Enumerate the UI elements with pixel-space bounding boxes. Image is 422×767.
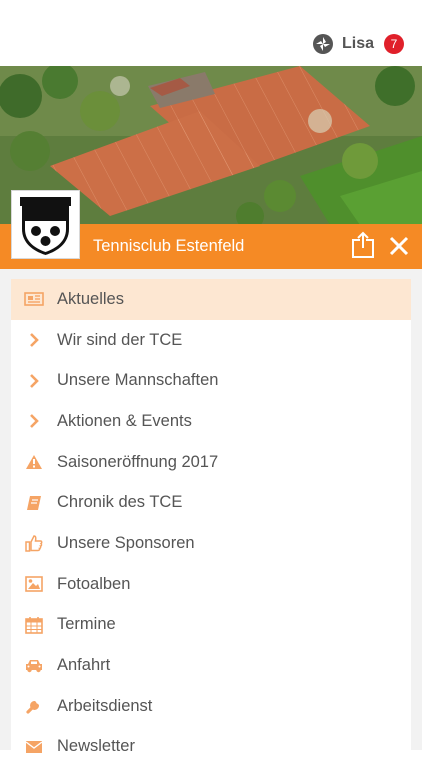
warning-icon — [24, 452, 44, 472]
menu-item-label: Unsere Mannschaften — [57, 371, 219, 390]
car-icon — [24, 656, 44, 676]
club-name: Tennisclub Estenfeld — [93, 237, 245, 255]
menu-item-aktuelles[interactable]: Aktuelles — [11, 279, 411, 320]
menu-item-label: Aktuelles — [57, 289, 124, 308]
user-circle-icon — [312, 34, 333, 54]
chevron-right-icon — [24, 411, 44, 431]
menu-item-fotoalben[interactable]: Fotoalben — [11, 564, 411, 605]
chevron-right-icon — [24, 371, 44, 391]
menu-item-chronik[interactable]: Chronik des TCE — [11, 482, 411, 523]
user-name: Lisa — [341, 35, 374, 52]
menu-item-saisoneroeffnung[interactable]: Saisoneröffnung 2017 — [11, 442, 411, 483]
menu-item-newsletter[interactable]: Newsletter — [11, 727, 411, 767]
menu-item-aktionen-events[interactable]: Aktionen & Events — [11, 401, 411, 442]
menu-item-anfahrt[interactable]: Anfahrt — [11, 645, 411, 686]
thumbs-up-icon — [24, 533, 44, 553]
menu-item-label: Termine — [57, 615, 116, 634]
menu-list: Aktuelles Wir sind der TCE Unsere Mannsc… — [11, 279, 411, 759]
menu-item-label: Saisoneröffnung 2017 — [57, 452, 219, 471]
top-bar: Lisa 7 — [0, 0, 422, 67]
book-icon — [24, 493, 44, 513]
menu-item-label: Unsere Sponsoren — [57, 533, 195, 552]
user-menu[interactable]: Lisa 7 — [312, 32, 404, 56]
newspaper-icon — [24, 289, 44, 309]
menu-item-wir-sind-der-tce[interactable]: Wir sind der TCE — [11, 320, 411, 361]
envelope-icon — [24, 737, 44, 757]
menu-item-label: Arbeitsdienst — [57, 696, 153, 715]
wrench-icon — [24, 696, 44, 716]
calendar-icon — [24, 615, 44, 635]
menu-item-label: Fotoalben — [57, 574, 131, 593]
menu-item-label: Wir sind der TCE — [57, 330, 183, 349]
menu-item-label: Anfahrt — [57, 656, 111, 675]
menu-item-arbeitsdienst[interactable]: Arbeitsdienst — [11, 686, 411, 727]
close-icon[interactable] — [388, 235, 410, 257]
menu-item-unsere-mannschaften[interactable]: Unsere Mannschaften — [11, 360, 411, 401]
navigation-menu: Aktuelles Wir sind der TCE Unsere Mannsc… — [0, 269, 422, 759]
menu-item-sponsoren[interactable]: Unsere Sponsoren — [11, 523, 411, 564]
menu-item-label: Newsletter — [57, 737, 135, 756]
menu-item-label: Aktionen & Events — [57, 411, 192, 430]
notification-badge[interactable]: 7 — [384, 34, 404, 54]
share-icon[interactable] — [350, 231, 376, 259]
chevron-right-icon — [24, 330, 44, 350]
menu-item-label: Chronik des TCE — [57, 493, 183, 512]
image-icon — [24, 574, 44, 594]
menu-item-termine[interactable]: Termine — [11, 605, 411, 646]
tce-crest-logo — [20, 197, 71, 255]
club-logo — [11, 190, 80, 259]
